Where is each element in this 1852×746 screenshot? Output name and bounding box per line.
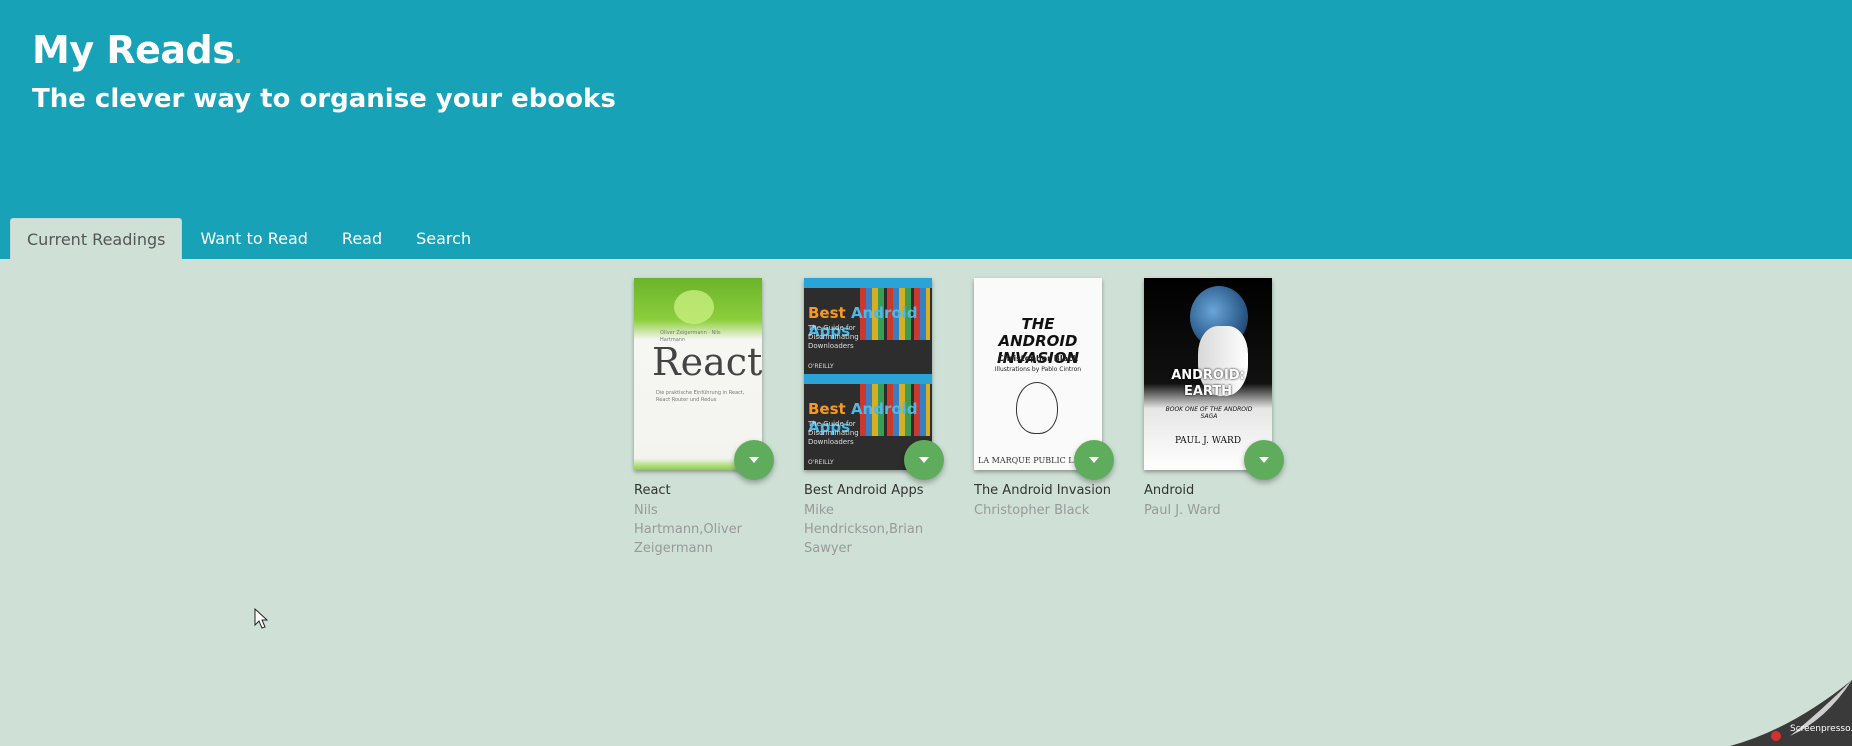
- tab-search[interactable]: Search: [400, 218, 487, 259]
- cover-title: ANDROID: EARTH: [1171, 368, 1245, 399]
- cover-author: PAUL J. WARD: [1174, 436, 1242, 446]
- cover-publisher: O'REILLY: [808, 459, 834, 466]
- book-title: Best Android Apps: [804, 483, 924, 498]
- book-title: React: [634, 483, 671, 498]
- cover-art: [674, 290, 714, 324]
- app-title: My Reads.: [32, 28, 242, 72]
- app-subtitle: The clever way to organise your ebooks: [32, 84, 616, 114]
- book-authors: Christopher Black: [974, 503, 1090, 518]
- book-title: The Android Invasion: [974, 483, 1112, 498]
- cover-author: Christopher Black: [997, 354, 1079, 363]
- tab-bar: Current Readings Want to Read Read Searc…: [10, 218, 489, 259]
- tab-current-readings[interactable]: Current Readings: [10, 218, 183, 259]
- cover-illustrator: Illustrations by Pablo Cintron: [994, 366, 1082, 373]
- mouse-cursor-icon: [254, 608, 269, 629]
- book-cover[interactable]: ANDROID: EARTH BOOK ONE OF THE ANDROID S…: [1144, 278, 1272, 470]
- book-cover[interactable]: THE ANDROID INVASION Christopher Black I…: [974, 278, 1102, 470]
- shelf-changer-button[interactable]: [734, 440, 774, 480]
- book-cover[interactable]: Oliver Zeigermann · Nils Hartmann React …: [634, 278, 762, 470]
- book-title: Android: [1144, 483, 1195, 498]
- cover-publisher: O'REILLY: [808, 363, 834, 370]
- watermark-text: Screenpresso.com: [1790, 724, 1852, 734]
- cover-strip: [804, 374, 932, 384]
- tab-read[interactable]: Read: [326, 218, 398, 259]
- shelf-changer-button[interactable]: [904, 440, 944, 480]
- cover-art: [1016, 382, 1058, 434]
- shelf-changer-button[interactable]: [1244, 440, 1284, 480]
- tab-want-to-read[interactable]: Want to Read: [184, 218, 323, 259]
- app-header: My Reads. The clever way to organise you…: [0, 0, 1852, 259]
- book-authors: Mike Hendrickson,Brian Sawyer: [804, 503, 924, 556]
- page-curl-watermark-icon: [1730, 680, 1852, 746]
- cover-tagline: Die praktische Einführung in React, Reac…: [656, 390, 745, 403]
- cover-subtitle: The Guide for Discriminating Downloaders: [808, 420, 859, 446]
- cover-subtitle: BOOK ONE OF THE ANDROID SAGA: [1165, 406, 1253, 420]
- cover-title: React: [652, 340, 762, 384]
- book-authors: Nils Hartmann,Oliver Zeigermann: [634, 503, 742, 556]
- book-authors: Paul J. Ward: [1144, 503, 1221, 518]
- shelf-changer-button[interactable]: [1074, 440, 1114, 480]
- cover-strip: [804, 278, 932, 288]
- cover-subtitle: The Guide for Discriminating Downloaders: [808, 324, 859, 350]
- book-cover[interactable]: Best Android Apps The Guide for Discrimi…: [804, 278, 932, 470]
